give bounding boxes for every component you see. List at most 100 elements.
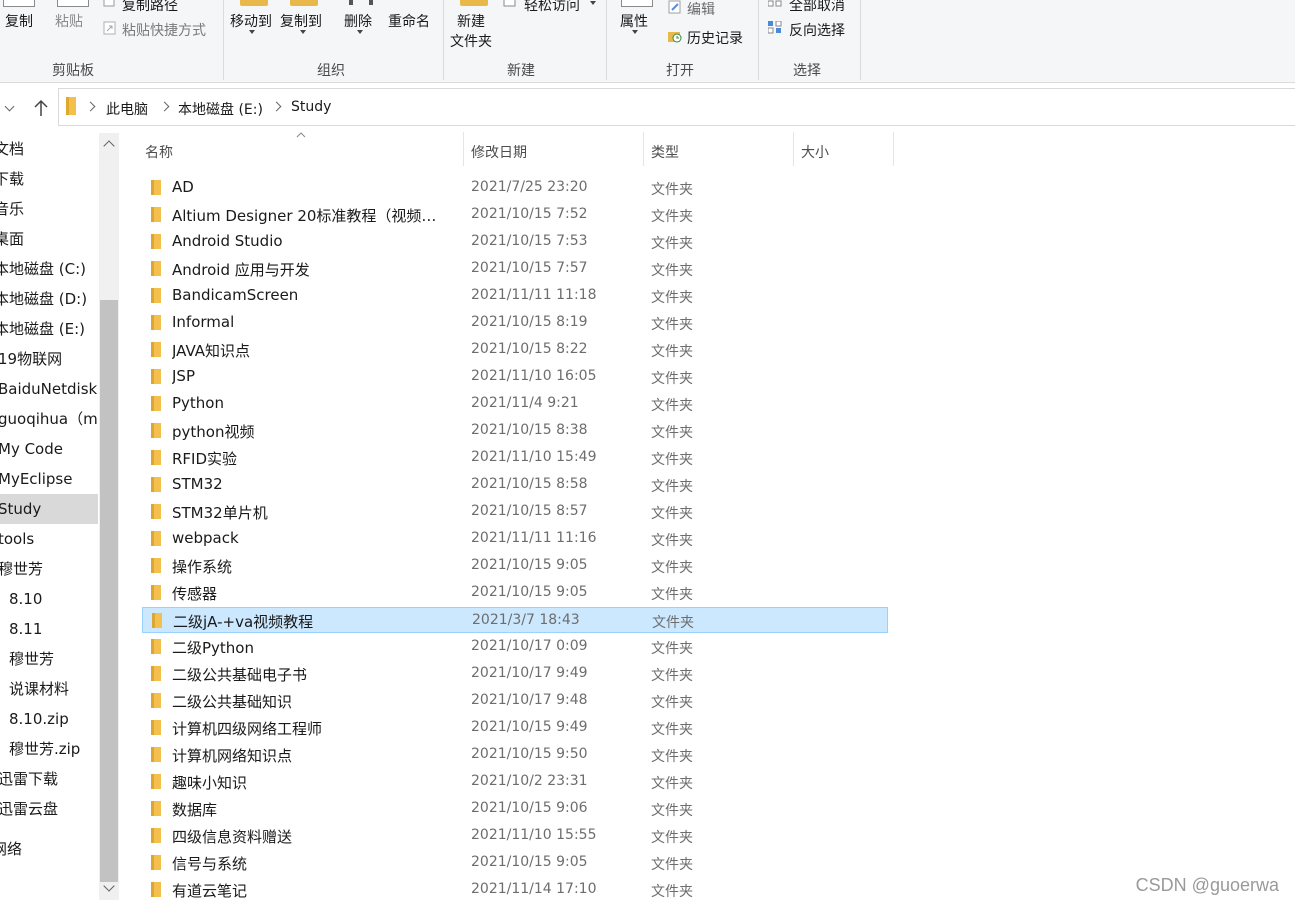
column-header-type[interactable]: 类型 bbox=[651, 142, 679, 162]
file-name: Android Studio bbox=[172, 232, 283, 250]
new-folder-button[interactable]: 新建 bbox=[457, 11, 485, 31]
file-row[interactable]: 计算机网络知识点 2021/10/15 9:50 文件夹 bbox=[142, 742, 888, 768]
file-date: 2021/11/11 11:18 bbox=[471, 287, 597, 303]
file-row[interactable]: JAVA知识点 2021/10/15 8:22 文件夹 bbox=[142, 337, 888, 363]
nav-item[interactable]: 下载 bbox=[0, 164, 98, 194]
address-box[interactable]: 此电脑 本地磁盘 (E:) Study bbox=[58, 88, 1295, 126]
select-none-button[interactable]: 全部取消 bbox=[789, 0, 845, 15]
nav-scrollbar-thumb[interactable] bbox=[100, 300, 118, 882]
file-type: 文件夹 bbox=[651, 344, 693, 360]
file-row[interactable]: Android Studio 2021/10/15 7:53 文件夹 bbox=[142, 229, 888, 255]
nav-item[interactable]: 本地磁盘 (E:) bbox=[0, 314, 98, 344]
file-row[interactable]: Python 2021/11/4 9:21 文件夹 bbox=[142, 391, 888, 417]
file-row[interactable]: RFID实验 2021/11/10 15:49 文件夹 bbox=[142, 445, 888, 471]
nav-item[interactable]: guoqihua（m bbox=[0, 404, 98, 434]
file-row[interactable]: 二级公共基础电子书 2021/10/17 9:49 文件夹 bbox=[142, 661, 888, 687]
easy-access-button[interactable]: 轻松访问 bbox=[524, 0, 580, 15]
file-row[interactable]: STM32单片机 2021/10/15 8:57 文件夹 bbox=[142, 499, 888, 525]
column-divider[interactable] bbox=[893, 132, 894, 166]
group-label-clipboard: 剪贴板 bbox=[52, 63, 94, 79]
nav-item[interactable]: 穆世芳.zip bbox=[0, 734, 107, 764]
column-header-name[interactable]: 名称 bbox=[145, 142, 173, 162]
breadcrumb-chevron-icon[interactable] bbox=[159, 101, 170, 112]
breadcrumb-chevron-icon[interactable] bbox=[271, 101, 282, 112]
paste-shortcut-button[interactable]: 粘贴快捷方式 bbox=[122, 20, 206, 40]
address-bar-row: 此电脑 本地磁盘 (E:) Study bbox=[0, 88, 1295, 126]
breadcrumb-study[interactable]: Study bbox=[291, 99, 331, 115]
nav-item[interactable]: 本地磁盘 (C:) bbox=[0, 254, 98, 284]
file-type: 文件夹 bbox=[651, 371, 693, 387]
file-row[interactable]: 操作系统 2021/10/15 9:05 文件夹 bbox=[142, 553, 888, 579]
file-name: 二级jA-+va视频教程 bbox=[173, 613, 314, 631]
group-label-open: 打开 bbox=[666, 63, 694, 79]
file-row[interactable]: 二级jA-+va视频教程 2021/3/7 18:43 文件夹 bbox=[142, 607, 888, 633]
file-row[interactable]: BandicamScreen 2021/11/11 11:18 文件夹 bbox=[142, 283, 888, 309]
copy-to-icon bbox=[290, 0, 318, 6]
file-row[interactable]: JSP 2021/11/10 16:05 文件夹 bbox=[142, 364, 888, 390]
recent-locations-chevron-icon[interactable] bbox=[4, 101, 15, 112]
copy-path-button[interactable]: 复制路径 bbox=[122, 0, 178, 15]
breadcrumb-chevron-icon[interactable] bbox=[85, 101, 96, 112]
nav-item[interactable]: 迅雷下载 bbox=[0, 764, 98, 794]
nav-item[interactable]: 网络 bbox=[0, 834, 98, 864]
copy-icon bbox=[3, 0, 35, 7]
file-row[interactable]: 趣味小知识 2021/10/2 23:31 文件夹 bbox=[142, 769, 888, 795]
column-divider[interactable] bbox=[643, 132, 644, 166]
invert-selection-button[interactable]: 反向选择 bbox=[789, 20, 845, 40]
history-button[interactable]: 历史记录 bbox=[687, 28, 743, 48]
nav-item[interactable]: 19物联网 bbox=[0, 344, 98, 374]
copy-button[interactable]: 复制 bbox=[5, 11, 33, 31]
column-header-size[interactable]: 大小 bbox=[801, 142, 829, 162]
nav-item[interactable]: 本地磁盘 (D:) bbox=[0, 284, 98, 314]
copy-to-button[interactable]: 复制到 bbox=[280, 11, 322, 31]
file-row[interactable]: Altium Designer 20标准教程（视频教程） 2021/10/15 7… bbox=[142, 202, 888, 228]
up-arrow-icon[interactable] bbox=[33, 99, 49, 117]
file-row[interactable]: STM32 2021/10/15 8:58 文件夹 bbox=[142, 472, 888, 498]
nav-item[interactable]: 穆世芳 bbox=[0, 554, 98, 584]
edit-button[interactable]: 编辑 bbox=[687, 0, 715, 19]
column-divider[interactable] bbox=[463, 132, 464, 166]
file-row[interactable]: 计算机四级网络工程师 2021/10/15 9:49 文件夹 bbox=[142, 715, 888, 741]
nav-item[interactable]: My Code bbox=[0, 434, 98, 464]
file-row[interactable]: 四级信息资料赠送 2021/11/10 15:55 文件夹 bbox=[142, 823, 888, 849]
paste-button[interactable]: 粘贴 bbox=[55, 11, 83, 31]
file-row[interactable]: 信号与系统 2021/10/15 9:05 文件夹 bbox=[142, 850, 888, 876]
file-row[interactable]: python视频 2021/10/15 8:38 文件夹 bbox=[142, 418, 888, 444]
breadcrumb-this-pc[interactable]: 此电脑 bbox=[106, 99, 148, 119]
nav-item[interactable]: 说课材料 bbox=[0, 674, 107, 704]
delete-button[interactable]: 删除 bbox=[344, 11, 372, 31]
nav-item[interactable]: BaiduNetdiskD bbox=[0, 374, 98, 404]
file-row[interactable]: 有道云笔记 2021/11/14 17:10 文件夹 bbox=[142, 877, 888, 903]
column-divider[interactable] bbox=[793, 132, 794, 166]
file-date: 2021/11/10 16:05 bbox=[471, 368, 597, 384]
nav-item[interactable]: Study bbox=[0, 494, 98, 524]
new-folder-button-line2[interactable]: 文件夹 bbox=[450, 31, 492, 51]
file-name: 趣味小知识 bbox=[172, 774, 248, 792]
file-row[interactable]: webpack 2021/11/11 11:16 文件夹 bbox=[142, 526, 888, 552]
rename-button[interactable]: 重命名 bbox=[388, 11, 430, 31]
file-row[interactable]: Android 应用与开发 2021/10/15 7:57 文件夹 bbox=[142, 256, 888, 282]
nav-item[interactable]: 迅雷云盘 bbox=[0, 794, 98, 824]
folder-icon bbox=[151, 504, 161, 519]
nav-item[interactable]: 桌面 bbox=[0, 224, 98, 254]
nav-item[interactable]: 8.10.zip bbox=[0, 704, 107, 734]
column-header-date[interactable]: 修改日期 bbox=[471, 142, 527, 162]
file-row[interactable]: 传感器 2021/10/15 9:05 文件夹 bbox=[142, 580, 888, 606]
nav-item[interactable]: MyEclipse bbox=[0, 464, 98, 494]
nav-item[interactable]: tools bbox=[0, 524, 98, 554]
file-row[interactable]: 二级Python 2021/10/17 0:09 文件夹 bbox=[142, 634, 888, 660]
file-row[interactable]: AD 2021/7/25 23:20 文件夹 bbox=[142, 175, 888, 201]
nav-item[interactable]: 8.11 bbox=[0, 614, 107, 644]
properties-button[interactable]: 属性 bbox=[620, 11, 648, 31]
nav-item[interactable]: 穆世芳 bbox=[0, 644, 107, 674]
file-row[interactable]: 数据库 2021/10/15 9:06 文件夹 bbox=[142, 796, 888, 822]
move-to-button[interactable]: 移动到 bbox=[230, 11, 272, 31]
file-row[interactable]: 二级公共基础知识 2021/10/17 9:48 文件夹 bbox=[142, 688, 888, 714]
file-row[interactable]: Informal 2021/10/15 8:19 文件夹 bbox=[142, 310, 888, 336]
ribbon-divider bbox=[443, 0, 444, 80]
nav-item[interactable]: 音乐 bbox=[0, 194, 98, 224]
new-folder-icon bbox=[460, 0, 488, 6]
nav-item[interactable]: 8.10 bbox=[0, 584, 107, 614]
breadcrumb-drive-e[interactable]: 本地磁盘 (E:) bbox=[178, 99, 263, 119]
nav-item[interactable]: 文档 bbox=[0, 134, 98, 164]
